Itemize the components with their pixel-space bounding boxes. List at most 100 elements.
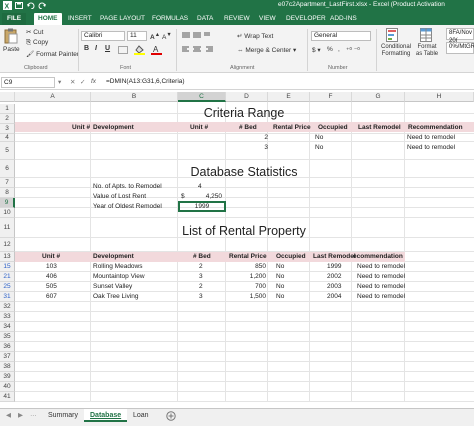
- column-header-g[interactable]: G: [352, 92, 405, 102]
- add-sheet-icon[interactable]: [166, 411, 176, 421]
- tab-home[interactable]: HOME: [34, 13, 62, 25]
- rental-row-occupied[interactable]: No: [276, 263, 284, 270]
- redo-icon[interactable]: [38, 2, 46, 9]
- tab-file[interactable]: FILE: [2, 13, 27, 25]
- more-sheets-icon[interactable]: …: [30, 411, 37, 418]
- tab-page-layout[interactable]: PAGE LAYOUT: [100, 13, 145, 25]
- rental-row-occupied[interactable]: No: [276, 273, 284, 280]
- rental-row-unit[interactable]: 607: [46, 293, 57, 300]
- bold-button[interactable]: B: [84, 45, 89, 52]
- criteria-row3-bed[interactable]: 3: [226, 144, 268, 151]
- comma-format-icon[interactable]: ,: [338, 46, 340, 53]
- column-header-c[interactable]: C: [178, 92, 226, 102]
- row-header[interactable]: 36: [0, 342, 15, 352]
- grow-font-icon[interactable]: A▲: [150, 32, 160, 41]
- align-top-icons[interactable]: [181, 32, 211, 39]
- rental-row-bed[interactable]: 2: [199, 283, 203, 290]
- rental-row-recommendation[interactable]: Need to remodel: [357, 263, 405, 270]
- tab-view[interactable]: VIEW: [259, 13, 276, 25]
- select-all-corner[interactable]: [0, 92, 15, 102]
- rental-row-recommendation[interactable]: Need to remodel: [357, 273, 405, 280]
- rental-row-development[interactable]: Sunset Valley: [93, 283, 132, 290]
- fill-color-icon[interactable]: [134, 45, 145, 55]
- rental-row-price[interactable]: 850: [226, 263, 266, 270]
- font-size-select[interactable]: 11: [127, 31, 147, 41]
- paste-button[interactable]: Paste: [3, 46, 20, 53]
- tab-add-ins[interactable]: ADD-INS: [330, 13, 357, 25]
- save-icon[interactable]: [15, 2, 23, 9]
- rental-row-last-remodel[interactable]: 2003: [327, 283, 341, 290]
- sheet-tab-loan[interactable]: Loan: [127, 409, 155, 422]
- font-color-icon[interactable]: A: [151, 45, 162, 55]
- row-header[interactable]: 15: [0, 262, 15, 272]
- rental-row-unit[interactable]: 406: [46, 273, 57, 280]
- percent-format-icon[interactable]: %: [327, 46, 333, 53]
- format-as-table-icon[interactable]: [420, 28, 432, 42]
- accounting-format-icon[interactable]: $ ▾: [312, 46, 321, 54]
- formula-input[interactable]: =DMIN(A13:G31,6,Criteria): [106, 78, 185, 85]
- row-header[interactable]: 11: [0, 218, 15, 238]
- column-header-b[interactable]: B: [91, 92, 178, 102]
- insert-function-icon[interactable]: fx: [91, 78, 96, 85]
- cancel-icon[interactable]: ✕: [70, 78, 75, 86]
- rental-row-price[interactable]: 1,200: [226, 273, 266, 280]
- row-header[interactable]: 34: [0, 322, 15, 332]
- row-header[interactable]: 25: [0, 282, 15, 292]
- row-header[interactable]: 32: [0, 302, 15, 312]
- name-box-dropdown-icon[interactable]: ▾: [58, 78, 61, 86]
- row-header[interactable]: 33: [0, 312, 15, 322]
- criteria-row2-recommendation[interactable]: Need to remodel: [407, 134, 455, 141]
- row-header[interactable]: 6: [0, 160, 15, 178]
- rental-row-last-remodel[interactable]: 2002: [327, 273, 341, 280]
- conditional-formatting-icon[interactable]: [386, 28, 398, 42]
- rental-row-price[interactable]: 1,500: [226, 293, 266, 300]
- rental-row-recommendation[interactable]: Need to remodel: [357, 293, 405, 300]
- row-header[interactable]: 10: [0, 208, 15, 218]
- underline-button[interactable]: U: [105, 45, 110, 52]
- row-header[interactable]: 1: [0, 104, 15, 114]
- sheet-tab-summary[interactable]: Summary: [42, 409, 84, 422]
- format-as-table-button[interactable]: Format as Table: [414, 44, 440, 58]
- column-header-d[interactable]: D: [226, 92, 268, 102]
- enter-icon[interactable]: ✓: [80, 78, 85, 86]
- rental-row-unit[interactable]: 103: [46, 263, 57, 270]
- row-header[interactable]: 37: [0, 352, 15, 362]
- rental-row-bed[interactable]: 3: [199, 293, 203, 300]
- tab-data[interactable]: DATA: [197, 13, 213, 25]
- shrink-font-icon[interactable]: A▼: [162, 32, 172, 41]
- font-name-select[interactable]: Calibri: [81, 31, 125, 41]
- number-format-select[interactable]: General: [311, 31, 371, 41]
- row-header[interactable]: 9: [0, 198, 15, 208]
- rental-row-development[interactable]: Oak Tree Living: [93, 293, 139, 300]
- row-header[interactable]: 41: [0, 392, 15, 402]
- rental-row-price[interactable]: 700: [226, 283, 266, 290]
- name-box[interactable]: C9: [1, 77, 55, 88]
- rental-row-development[interactable]: Rolling Meadows: [93, 263, 143, 270]
- column-header-a[interactable]: A: [15, 92, 91, 102]
- column-header-h[interactable]: H: [405, 92, 474, 102]
- criteria-row2-bed[interactable]: 2: [226, 134, 268, 141]
- row-header[interactable]: 13: [0, 252, 15, 262]
- scroll-right-icon[interactable]: ▶: [18, 411, 23, 419]
- row-header[interactable]: 40: [0, 382, 15, 392]
- row-header[interactable]: 4: [0, 134, 15, 142]
- rental-row-bed[interactable]: 3: [199, 273, 203, 280]
- active-cell-c9[interactable]: [178, 201, 226, 212]
- row-header[interactable]: 35: [0, 332, 15, 342]
- conditional-formatting-button[interactable]: Conditional Formatting: [379, 44, 413, 58]
- row-header[interactable]: 8: [0, 188, 15, 198]
- cell-style-preview-2[interactable]: 0%/MtGR: [446, 42, 474, 54]
- column-header-e[interactable]: E: [268, 92, 310, 102]
- rental-row-occupied[interactable]: No: [276, 293, 284, 300]
- tab-formulas[interactable]: FORMULAS: [152, 13, 188, 25]
- rental-row-unit[interactable]: 505: [46, 283, 57, 290]
- tab-insert[interactable]: INSERT: [68, 13, 92, 25]
- row-header[interactable]: 5: [0, 142, 15, 160]
- cell-style-preview[interactable]: 8FA/Nov 20(: [446, 28, 474, 44]
- criteria-row3-recommendation[interactable]: Need to remodel: [407, 144, 455, 151]
- row-header[interactable]: 12: [0, 238, 15, 252]
- row-header[interactable]: 31: [0, 292, 15, 302]
- tab-developer[interactable]: DEVELOPER: [286, 13, 326, 25]
- align-horizontal-icons[interactable]: [181, 46, 215, 53]
- criteria-row2-occupied[interactable]: No: [315, 134, 323, 141]
